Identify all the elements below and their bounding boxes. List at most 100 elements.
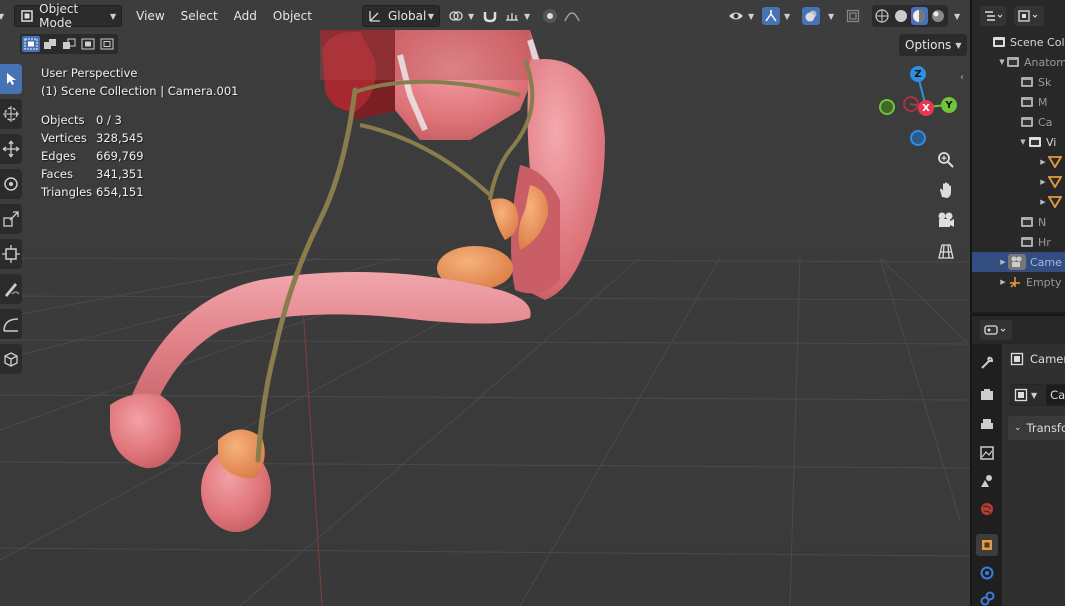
add-cube-tool[interactable] <box>0 344 22 374</box>
tab-view-layer[interactable] <box>976 442 998 464</box>
visibility-select[interactable]: ▼ <box>728 5 758 27</box>
tab-output[interactable] <box>976 414 998 436</box>
properties-editor-type-button[interactable] <box>980 320 1012 340</box>
pan-button[interactable] <box>933 177 959 203</box>
grid-icon <box>938 244 954 259</box>
outliner-icon <box>985 11 1003 21</box>
rotate-tool[interactable] <box>0 169 22 199</box>
object-icon <box>1014 388 1028 402</box>
scale-icon <box>3 211 19 227</box>
gizmo-neg-y-axis[interactable] <box>879 99 895 115</box>
gizmo-neg-z-axis[interactable] <box>910 130 926 146</box>
material-shading-button[interactable] <box>911 7 928 25</box>
transform-panel-header[interactable]: ⌄ Transfo <box>1008 416 1065 440</box>
outliner-item[interactable]: Ca <box>972 112 1065 132</box>
outliner-item[interactable]: N <box>972 212 1065 232</box>
gizmo-icon <box>762 7 780 25</box>
menu-add[interactable]: Add <box>226 5 265 27</box>
cube-icon <box>4 352 18 367</box>
tab-scene[interactable] <box>976 470 998 492</box>
orientation-select[interactable]: Global ▼ <box>362 5 440 27</box>
pivot-icon <box>448 9 464 23</box>
falloff-select[interactable] <box>564 5 588 27</box>
viewport-stats-overlay: User Perspective (1) Scene Collection | … <box>41 64 238 201</box>
outliner-item[interactable]: ▶ <box>972 172 1065 192</box>
object-mode-icon <box>20 9 34 23</box>
snap-target-select[interactable]: ▼ <box>504 5 534 27</box>
wireframe-shading-button[interactable] <box>874 9 891 23</box>
gizmo-neg-x-axis[interactable] <box>903 96 919 112</box>
outliner-item-camera[interactable]: ▶ Came <box>972 252 1065 272</box>
options-button[interactable]: Options ▼ <box>899 34 968 56</box>
outliner-item[interactable]: ▶ <box>972 152 1065 172</box>
transform-icon <box>2 245 20 263</box>
orientation-label: Global <box>388 9 427 23</box>
select-intersect-button[interactable] <box>98 36 116 52</box>
gizmo-y-axis[interactable]: Y <box>941 97 957 113</box>
pivot-select[interactable]: ▼ <box>448 5 478 27</box>
properties-icon <box>984 325 1006 335</box>
overlays-toggle[interactable]: ▼ <box>802 5 838 27</box>
outliner-item[interactable]: ▶ <box>972 192 1065 212</box>
mode-select[interactable]: Object Mode ▼ <box>14 2 123 30</box>
tab-constraints[interactable] <box>976 588 998 606</box>
empty-icon <box>1008 276 1022 288</box>
select-subtract-button[interactable] <box>60 36 78 52</box>
outliner-item[interactable]: Sk <box>972 72 1065 92</box>
select-invert-button[interactable] <box>79 36 97 52</box>
outliner-item[interactable]: ▼ Anatom <box>972 52 1065 72</box>
sidebar-toggle-icon[interactable]: ‹ <box>960 72 964 83</box>
rendered-shading-button[interactable] <box>930 9 947 23</box>
cursor-tool[interactable] <box>0 99 22 129</box>
3d-viewport[interactable]: ▼ Object Mode ▼ View Select Add Object G… <box>0 0 970 606</box>
mesh-icon <box>1048 176 1062 188</box>
render-camera-icon <box>981 389 993 400</box>
shading-options-button[interactable]: ▼ <box>950 5 964 27</box>
outliner-item[interactable]: ▼ Vi <box>972 132 1065 152</box>
hand-icon <box>940 182 951 198</box>
mesh-icon <box>1048 156 1062 168</box>
outliner-item[interactable]: M <box>972 92 1065 112</box>
move-tool[interactable] <box>0 134 22 164</box>
proportional-edit-toggle[interactable] <box>542 5 564 27</box>
tab-tool[interactable] <box>976 352 998 374</box>
gizmo-x-axis[interactable]: X <box>918 100 934 116</box>
scale-tool[interactable] <box>0 204 22 234</box>
editor-type-button[interactable]: ▼ <box>0 5 4 27</box>
menu-view[interactable]: View <box>128 5 172 27</box>
transform-tool[interactable] <box>0 239 22 269</box>
camera-view-button[interactable] <box>933 207 959 233</box>
display-mode-button[interactable] <box>1014 6 1044 26</box>
chevron-down-icon: ▼ <box>784 11 791 21</box>
select-box-tool[interactable] <box>0 64 22 94</box>
snap-toggle[interactable] <box>482 5 504 27</box>
transform-panel-label: Transfo <box>1026 421 1065 435</box>
tab-physics[interactable] <box>976 562 998 584</box>
solid-shading-button[interactable] <box>893 9 910 23</box>
gizmo-z-axis[interactable]: Z <box>910 66 926 82</box>
ortho-toggle-button[interactable] <box>933 238 959 264</box>
select-extend-button[interactable] <box>41 36 59 52</box>
object-data-field[interactable]: ▼ Can <box>1010 384 1065 406</box>
object-data-name[interactable]: Can <box>1046 385 1065 405</box>
tool-shelf <box>0 64 24 379</box>
outliner-item[interactable]: Hr <box>972 232 1065 252</box>
outliner-editor-type-button[interactable] <box>980 6 1006 26</box>
mesh-icon <box>1048 196 1062 208</box>
expand-triangle-icon: ▼ <box>1020 138 1026 146</box>
outliner-item-empty[interactable]: ▶ Empty <box>972 272 1065 292</box>
zoom-button[interactable] <box>933 147 959 173</box>
gizmo-toggle[interactable]: ▼ <box>762 5 794 27</box>
menu-object[interactable]: Object <box>265 5 320 27</box>
select-new-button[interactable] <box>22 36 40 52</box>
menu-select[interactable]: Select <box>173 5 226 27</box>
measure-tool[interactable] <box>0 309 22 339</box>
tab-world[interactable] <box>976 498 998 520</box>
xray-toggle[interactable] <box>846 5 868 27</box>
collapse-triangle-icon: ▶ <box>1040 158 1046 166</box>
outliner-item-scene-collection[interactable]: Scene Col <box>972 32 1065 52</box>
tab-object[interactable] <box>976 534 998 556</box>
tab-render[interactable] <box>976 384 998 406</box>
chevron-down-icon: ▼ <box>468 11 475 21</box>
annotate-tool[interactable] <box>0 274 22 304</box>
